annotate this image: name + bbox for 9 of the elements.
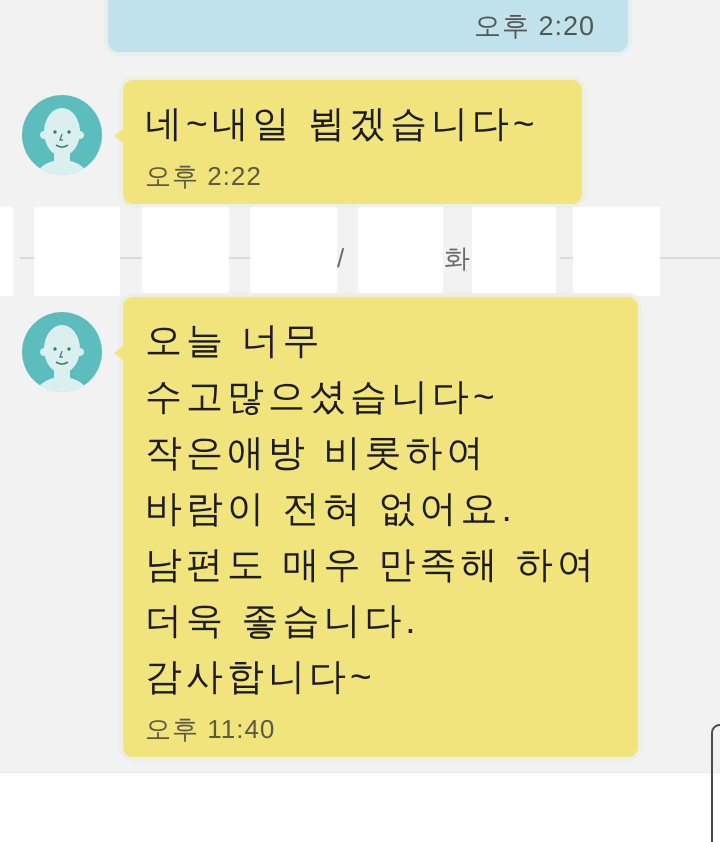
date-text-fragment: 화 [444,244,470,272]
message-time: 오후 11:40 [145,713,276,745]
message-text: 오늘 너무 수고많으셨습니다~ 작은애방 비롯하여 바람이 전혀 없어요. 남편도 매우 만족해 하여 더욱 좋습니다. 감사합니다~ [145,319,599,699]
avatar-icon [21,94,103,176]
message-time: 오후 2:22 [145,160,263,192]
avatar-icon [21,311,103,393]
date-text-fragment: / [337,244,344,272]
message-time: 오후 2:20 [474,11,595,41]
message-text: 네~내일 뵙겠습니다~ [145,102,540,146]
